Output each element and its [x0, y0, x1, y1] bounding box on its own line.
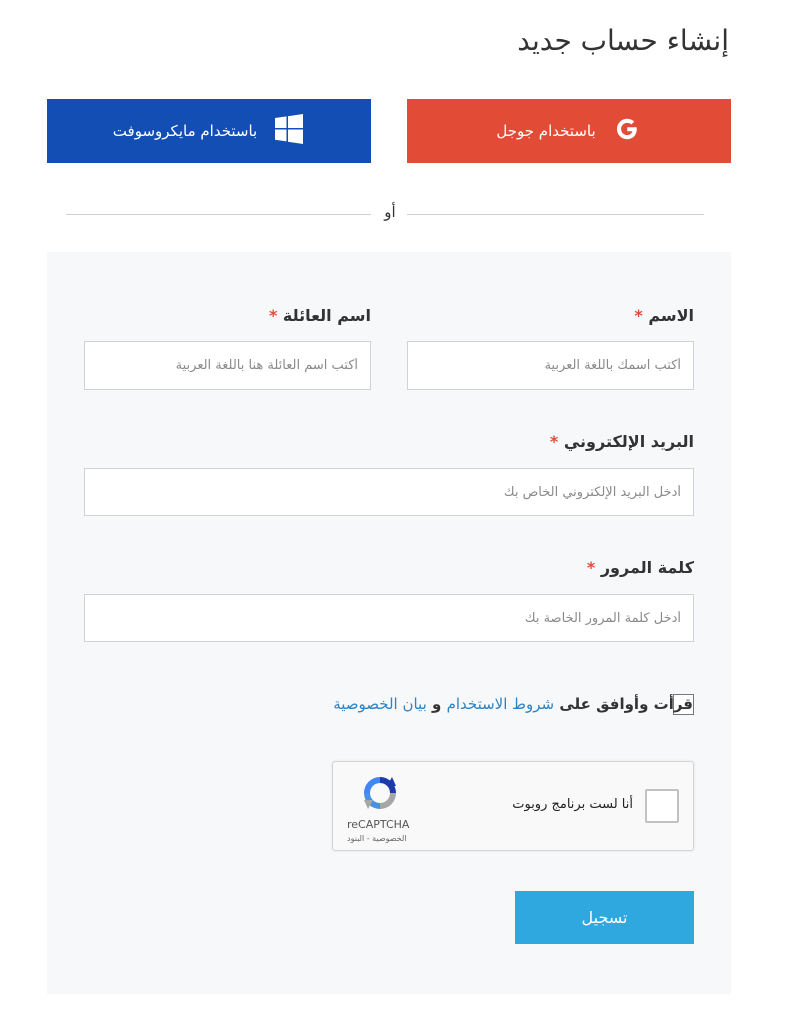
register-button[interactable]: تسجيل: [515, 891, 694, 944]
email-input[interactable]: [84, 468, 694, 516]
page-title: إنشاء حساب جديد: [517, 24, 729, 57]
recaptcha-logo-icon: [359, 772, 401, 818]
recaptcha-brand: reCAPTCHA: [347, 818, 410, 831]
first-name-input[interactable]: [407, 341, 694, 390]
recaptcha-links[interactable]: الخصوصية - البنود: [347, 834, 407, 843]
google-icon: [612, 114, 642, 148]
email-label-text: البريد الإلكتروني: [563, 432, 694, 451]
recaptcha-widget: أنا لست برنامج روبوت reCAPTCHA الخصوصية …: [332, 761, 694, 851]
google-button-label: باستخدام جوجل: [496, 122, 596, 140]
first-name-label: الاسم *: [634, 306, 694, 325]
privacy-statement-link[interactable]: بيان الخصوصية: [333, 695, 427, 713]
last-name-required-mark: *: [268, 306, 278, 325]
first-name-required-mark: *: [634, 306, 643, 325]
first-name-label-text: الاسم: [648, 306, 694, 325]
last-name-input[interactable]: [84, 341, 371, 390]
separator-line-left: [66, 214, 371, 215]
microsoft-button-label: باستخدام مايكروسوفت: [112, 122, 258, 140]
terms-text: قرأت وأوافق على شروط الاستخدام و بيان ال…: [333, 695, 693, 713]
separator-line-right: [407, 214, 704, 215]
password-label-text: كلمة المرور: [600, 558, 694, 577]
separator-text: أو: [384, 203, 396, 221]
terms-of-use-link[interactable]: شروط الاستخدام: [447, 695, 555, 713]
terms-prefix: قرأت وأوافق على: [559, 695, 693, 713]
email-required-mark: *: [549, 432, 559, 451]
last-name-label-text: اسم العائلة: [282, 306, 371, 325]
last-name-label: اسم العائلة *: [269, 306, 371, 325]
password-input[interactable]: [84, 594, 694, 642]
password-label: كلمة المرور *: [587, 558, 694, 577]
recaptcha-checkbox[interactable]: [645, 789, 679, 823]
password-required-mark: *: [586, 558, 596, 577]
terms-conjunction: و: [432, 695, 442, 713]
microsoft-signup-button[interactable]: باستخدام مايكروسوفت: [47, 99, 371, 163]
windows-icon: [273, 113, 305, 149]
google-signup-button[interactable]: باستخدام جوجل: [407, 99, 731, 163]
recaptcha-text: أنا لست برنامج روبوت: [512, 797, 633, 812]
email-label: البريد الإلكتروني *: [550, 432, 694, 451]
